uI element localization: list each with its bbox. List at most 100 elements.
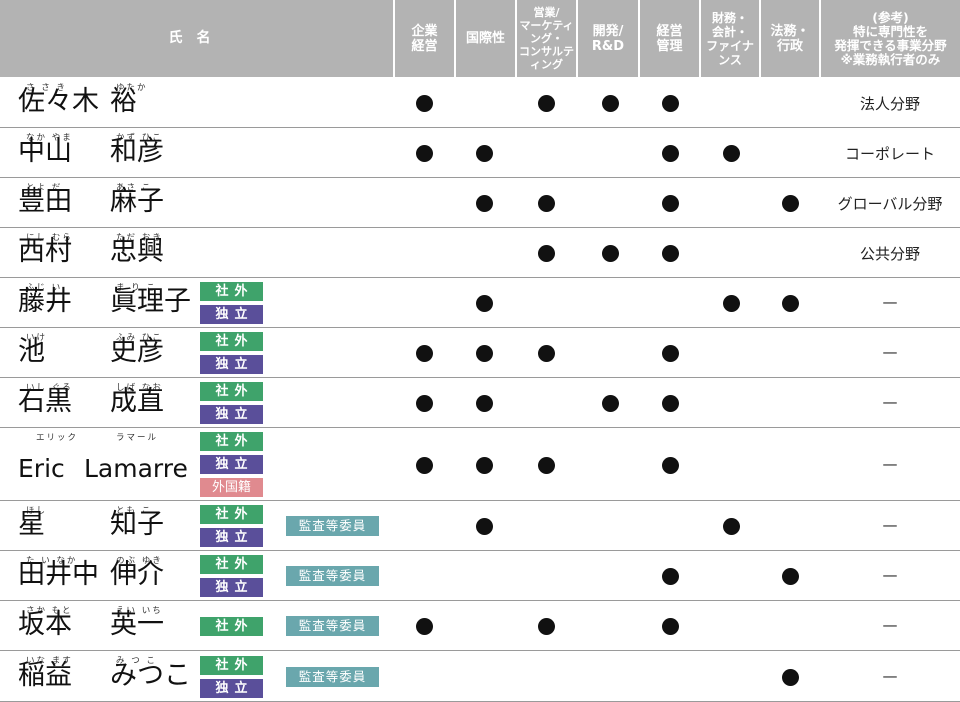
skill-dot [782, 568, 799, 585]
audit-committee-badge: 監査等委員 [286, 566, 379, 586]
skill-dot [602, 95, 619, 112]
table-row: ふじ いま り こ藤井 眞理子 社外 独立 — [0, 278, 960, 328]
given-name: 忠興 [110, 236, 164, 267]
director-name: ふじ いま り こ藤井 眞理子 [18, 278, 198, 327]
given-name: 英一 [110, 609, 164, 640]
outside-badge: 社外 [200, 382, 263, 401]
outside-badge: 社外 [200, 432, 263, 451]
skill-dot [662, 145, 679, 162]
skill-dot [416, 618, 433, 635]
family-name: 豊田 [18, 186, 72, 217]
skill-dot [662, 457, 679, 474]
skill-dot [538, 245, 555, 262]
director-name: とよ だあさ こ豊田 麻子 [18, 178, 198, 227]
outside-badge: 社外 [200, 656, 263, 675]
skill-dot [782, 295, 799, 312]
skill-dot [602, 245, 619, 262]
independent-badge: 独立 [200, 679, 263, 698]
audit-committee-badge: 監査等委員 [286, 516, 379, 536]
header-skill-finance: 財務・ 会計・ ファイナンス [699, 0, 759, 77]
reference-field: — [882, 393, 898, 411]
table-row: エリック ラマール Eric Lamarre 社外 独立 外国籍 — [0, 428, 960, 501]
audit-committee-badge: 監査等委員 [286, 616, 379, 636]
given-name: 麻子 [110, 186, 164, 217]
given-name: 伸介 [110, 559, 164, 590]
given-name: 和彦 [110, 136, 164, 167]
header-skill-legal: 法務・ 行政 [759, 0, 819, 77]
director-name: さか もと えい いち 坂本 英一 [18, 601, 198, 650]
status-badges: 社外 独立 外国籍 [200, 432, 263, 501]
skill-dot [476, 195, 493, 212]
skill-dot [662, 345, 679, 362]
director-name: いな ますみ つ こ稲益 みつこ [18, 651, 198, 701]
skill-dot [723, 145, 740, 162]
table-header: 氏名 企業 経営 国際性 営業/ マーケティング・ コンサルティング 開発/ R… [0, 0, 960, 77]
header-skill-management: 企業 経営 [393, 0, 454, 77]
director-name: た い なか のぶ ゆき 田井中 伸介 [18, 551, 198, 600]
outside-badge: 社外 [200, 332, 263, 351]
skill-dot [662, 568, 679, 585]
skill-dot [476, 145, 493, 162]
given-name: 眞理子 [110, 286, 191, 317]
skill-dot [476, 457, 493, 474]
family-name: 星 [18, 509, 45, 540]
skill-dot [538, 345, 555, 362]
skill-dot [662, 618, 679, 635]
foreign-national-badge: 外国籍 [200, 478, 263, 497]
status-badges: 社外 独立 [200, 656, 263, 702]
skill-dot [723, 518, 740, 535]
table-row: さか もと えい いち 坂本 英一 社外 監査等委員 — [0, 601, 960, 651]
family-name: 西村 [18, 236, 72, 267]
header-reference: (参考) 特に専門性を 発揮できる事業分野 ※業務執行者のみ [819, 0, 960, 77]
independent-badge: 独立 [200, 578, 263, 597]
family-name: 中山 [18, 136, 72, 167]
given-name: 史彦 [110, 336, 164, 367]
skill-dot [782, 195, 799, 212]
given-name: 裕 [110, 86, 137, 117]
given-name: Lamarre [84, 454, 188, 483]
skill-dot [662, 395, 679, 412]
header-skill-sales: 営業/ マーケティング・ コンサルティング [515, 0, 576, 77]
director-name: なか やま かず ひこ 中山 和彦 [18, 128, 198, 177]
skill-dot [416, 145, 433, 162]
skill-dot [416, 95, 433, 112]
outside-badge: 社外 [200, 555, 263, 574]
table-row: ほし とも こ星知子 社外 独立 監査等委員 — [0, 501, 960, 551]
status-badges: 社外 独立 [200, 555, 263, 601]
skill-dot [782, 669, 799, 686]
family-name: 坂本 [18, 609, 72, 640]
skill-dot [662, 195, 679, 212]
table-row: いな ますみ つ こ稲益 みつこ 社外 独立 監査等委員 — [0, 651, 960, 702]
director-name: いし ぐろ しげ なお 石黒 成直 [18, 378, 198, 427]
header-name: 氏名 [0, 0, 393, 77]
table-row: た い なか のぶ ゆき 田井中 伸介 社外 独立 監査等委員 — [0, 551, 960, 601]
outside-badge: 社外 [200, 282, 263, 301]
header-skill-admin: 経営 管理 [638, 0, 699, 77]
family-name: 石黒 [18, 386, 72, 417]
table-row: いし ぐろ しげ なお 石黒 成直 社外 独立 — [0, 378, 960, 428]
skill-dot [416, 345, 433, 362]
skill-dot [538, 618, 555, 635]
given-name: 知子 [110, 509, 164, 540]
skill-dot [476, 295, 493, 312]
status-badges: 社外 独立 [200, 505, 263, 551]
given-name: 成直 [110, 386, 164, 417]
header-skill-rnd: 開発/ R&D [576, 0, 638, 77]
skill-dot [538, 195, 555, 212]
table-row: なか やま かず ひこ 中山 和彦 コーポレート [0, 128, 960, 178]
independent-badge: 独立 [200, 405, 263, 424]
skill-dot [476, 345, 493, 362]
director-name: いけ ふみ ひこ池史彦 [18, 328, 198, 377]
family-name: 稲益 [18, 660, 72, 691]
table-row: にし むら ただ おき 西村 忠興 公共分野 [0, 228, 960, 278]
independent-badge: 独立 [200, 455, 263, 474]
director-name: ほし とも こ星知子 [18, 501, 198, 550]
director-name: にし むら ただ おき 西村 忠興 [18, 228, 198, 277]
family-name: 池 [18, 336, 45, 367]
reference-field: — [882, 293, 898, 311]
skill-dot [662, 245, 679, 262]
skill-dot [538, 95, 555, 112]
family-name: Eric [18, 454, 65, 483]
reference-field: — [882, 343, 898, 361]
skill-dot [416, 457, 433, 474]
